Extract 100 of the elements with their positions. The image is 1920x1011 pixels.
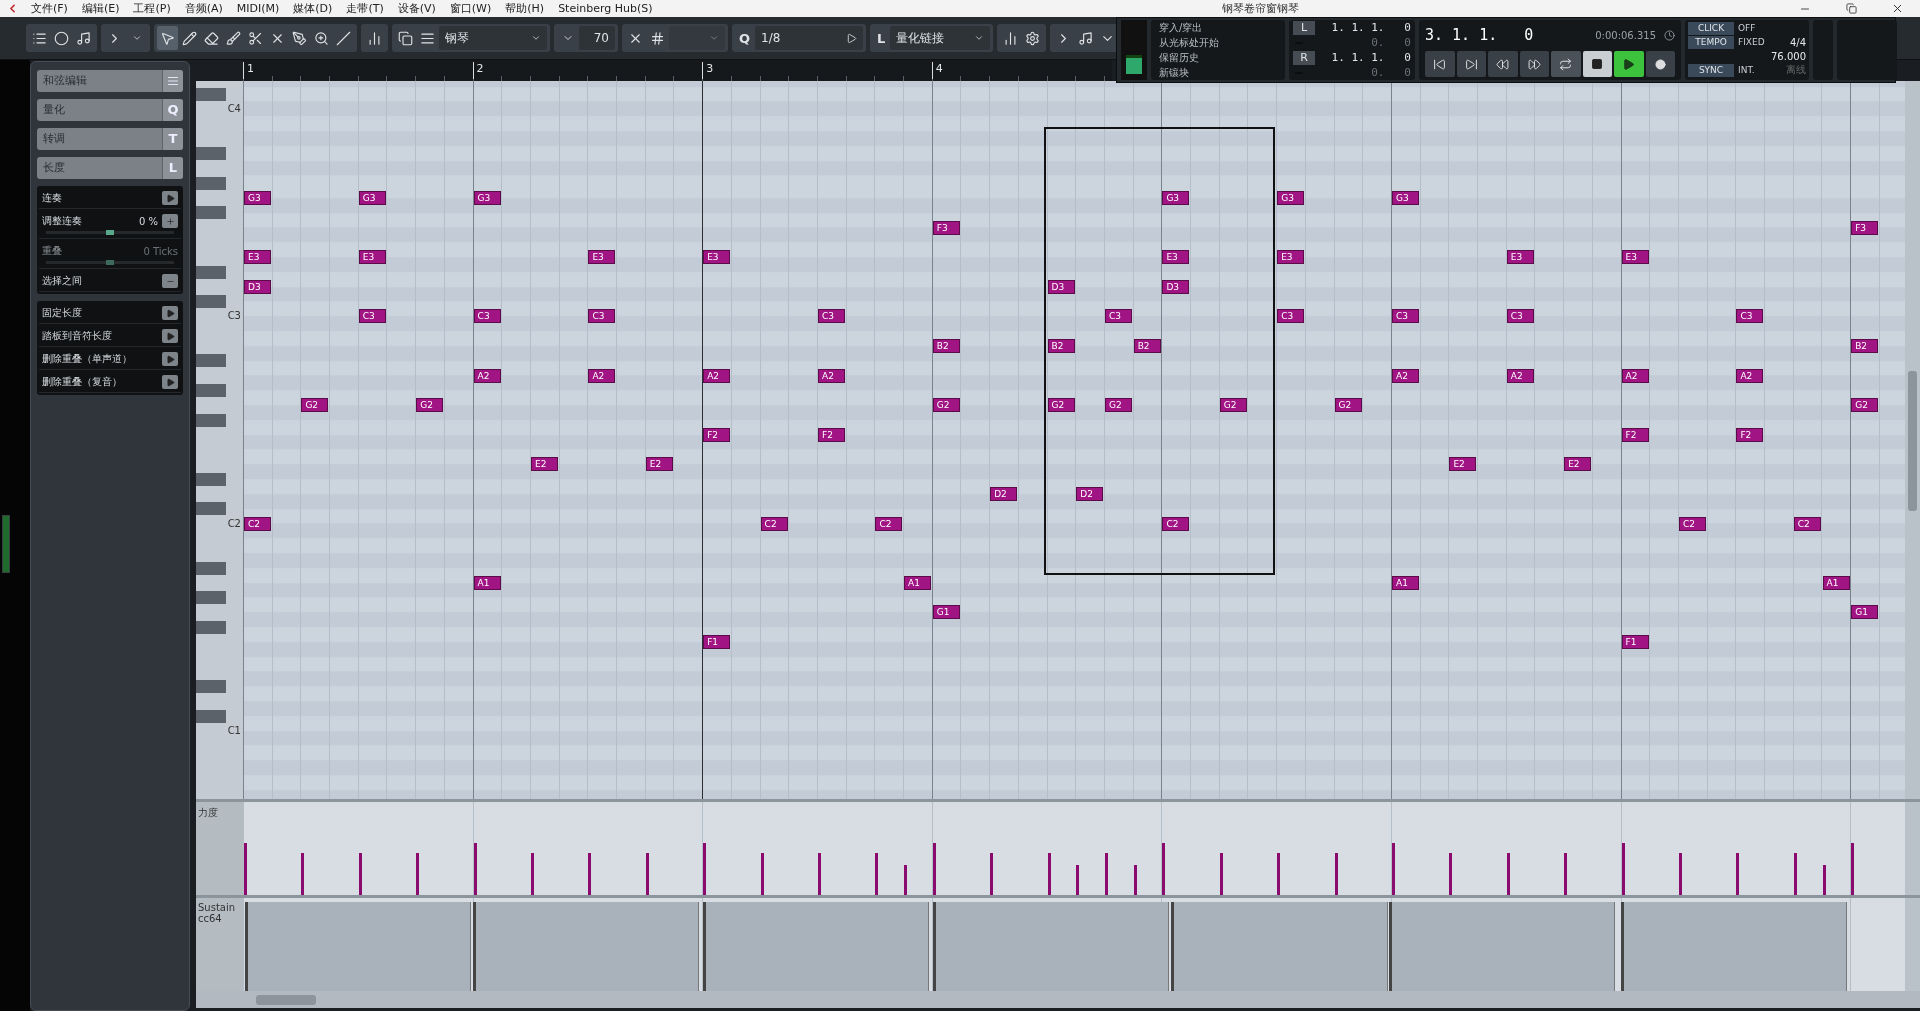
midi-note[interactable]: F2 [1736, 427, 1764, 442]
midi-note[interactable]: F3 [932, 220, 960, 235]
midi-note[interactable]: G3 [1277, 191, 1305, 205]
midi-note[interactable]: D2 [1076, 487, 1104, 501]
midi-note[interactable]: B2 [1047, 339, 1075, 353]
midi-note[interactable]: F2 [1621, 427, 1649, 442]
velocity-bar[interactable] [473, 843, 477, 895]
scroll-thumb[interactable] [1908, 371, 1917, 511]
time-display[interactable]: 0:00:06.315 [1595, 29, 1656, 41]
midi-note[interactable]: G3 [1162, 191, 1190, 205]
midi-note[interactable]: E3 [1621, 250, 1649, 265]
midi-note[interactable]: A2 [818, 368, 845, 383]
velocity-bar[interactable] [1219, 853, 1223, 895]
midi-note[interactable]: C2 [1793, 516, 1821, 531]
vertical-scrollbar[interactable] [1905, 81, 1920, 799]
apply-button[interactable] [162, 352, 178, 366]
midi-note[interactable]: F3 [1851, 220, 1879, 235]
midi-note[interactable]: B2 [1133, 339, 1161, 353]
menu-item[interactable]: 设备(V) [390, 1, 443, 16]
velocity-bar[interactable] [358, 853, 362, 895]
midi-note[interactable]: A2 [1392, 368, 1419, 383]
midi-note[interactable]: D3 [244, 279, 271, 294]
midi-note[interactable]: E2 [1449, 457, 1477, 472]
velocity-bar[interactable] [932, 843, 936, 895]
velocity-bar[interactable] [1621, 843, 1625, 895]
midi-note[interactable]: E3 [244, 250, 271, 265]
midi-note[interactable]: G2 [932, 398, 960, 413]
pointer-tool[interactable] [157, 26, 178, 50]
midi-note[interactable]: E2 [645, 457, 673, 472]
sharp-key[interactable] [196, 354, 226, 368]
midi-note[interactable]: A2 [703, 368, 731, 383]
midi-note[interactable]: D3 [1162, 279, 1190, 294]
menu-item[interactable]: 音频(A) [177, 1, 230, 16]
midi-note[interactable]: E3 [1506, 250, 1534, 265]
midi-note[interactable]: C3 [818, 309, 845, 324]
apply-button[interactable] [162, 329, 178, 343]
midi-note[interactable]: F2 [818, 427, 845, 442]
midi-note[interactable]: G2 [1219, 398, 1247, 413]
lane-scrollbar[interactable] [1905, 898, 1920, 991]
menu-item[interactable]: 帮助(H) [498, 1, 552, 16]
left-locator-offset[interactable]: 0. 0 [1319, 36, 1411, 49]
transport-option[interactable]: 保留历史 [1159, 50, 1277, 65]
quantize-dropdown[interactable]: 1/8 [755, 26, 864, 50]
velocity-bar[interactable] [1133, 865, 1137, 895]
scroll-thumb[interactable] [256, 994, 316, 1005]
sharp-key[interactable] [196, 383, 226, 397]
midi-note[interactable]: C3 [473, 309, 501, 324]
menu-item[interactable]: Steinberg Hub(S) [551, 2, 660, 15]
right-locator-offset[interactable]: 0. 0 [1319, 66, 1411, 79]
tool-value[interactable]: 0 % [138, 215, 158, 227]
midi-note[interactable]: A1 [1822, 575, 1850, 590]
sharp-key[interactable] [196, 591, 226, 605]
midi-note[interactable]: G3 [473, 191, 501, 205]
velocity-bar[interactable] [1793, 853, 1797, 895]
sharp-key[interactable] [196, 413, 226, 427]
midi-note[interactable]: E2 [1564, 457, 1592, 472]
midi-note[interactable]: G2 [1851, 398, 1879, 413]
play-button[interactable] [1614, 51, 1644, 77]
instrument-dropdown[interactable]: 钢琴 [439, 26, 547, 50]
midi-note[interactable]: F2 [703, 427, 731, 442]
apply-button[interactable] [162, 191, 178, 205]
midi-note[interactable]: A1 [473, 575, 501, 590]
velocity-bar[interactable] [1822, 865, 1826, 895]
midi-note[interactable]: G2 [1105, 398, 1132, 413]
click-button[interactable]: CLICK [1688, 21, 1734, 35]
midi-note[interactable]: E2 [531, 457, 558, 472]
midi-note[interactable]: C2 [244, 516, 271, 531]
midi-note[interactable]: C3 [358, 309, 386, 324]
midi-note[interactable]: E3 [1162, 250, 1190, 265]
inspector-section-button[interactable]: 转调 T [37, 128, 183, 150]
toggle-button[interactable] [162, 274, 178, 288]
menu-item[interactable]: MIDI(M) [229, 2, 287, 15]
midi-note[interactable]: A2 [1506, 368, 1534, 383]
transport-option[interactable]: 从光标处开始 [1159, 35, 1277, 50]
apply-button[interactable] [162, 375, 178, 389]
cycle-button[interactable] [1551, 51, 1581, 77]
transport-option[interactable]: 穿入/穿出 [1159, 20, 1277, 35]
midi-note[interactable]: G2 [416, 398, 444, 413]
velocity-bar[interactable] [1736, 853, 1740, 895]
midi-note[interactable]: A2 [473, 368, 501, 383]
sharp-key[interactable] [196, 472, 226, 486]
forward-button[interactable] [1519, 51, 1549, 77]
midi-note[interactable]: A2 [1621, 368, 1649, 383]
midi-note[interactable]: G2 [1334, 398, 1362, 413]
sharp-key[interactable] [196, 295, 226, 309]
sync-button[interactable]: SYNC [1688, 63, 1734, 77]
midi-note[interactable]: G2 [1047, 398, 1075, 413]
velocity-bar[interactable] [1334, 853, 1338, 895]
velocity-bar[interactable] [1162, 843, 1166, 895]
midi-note[interactable]: C3 [1105, 309, 1132, 324]
midi-note[interactable]: B2 [932, 339, 960, 353]
midi-note[interactable]: E3 [588, 250, 616, 265]
velocity-bar[interactable] [645, 853, 649, 895]
transport-option[interactable]: 新镶块 [1159, 65, 1277, 80]
sharp-key[interactable] [196, 176, 226, 190]
midi-note[interactable]: B2 [1851, 339, 1879, 353]
menu-item[interactable]: 窗口(W) [442, 1, 499, 16]
sharp-key[interactable] [196, 679, 226, 693]
midi-note[interactable]: C3 [1506, 309, 1534, 324]
position-display[interactable]: 3. 1. 1. 0 [1425, 26, 1534, 44]
